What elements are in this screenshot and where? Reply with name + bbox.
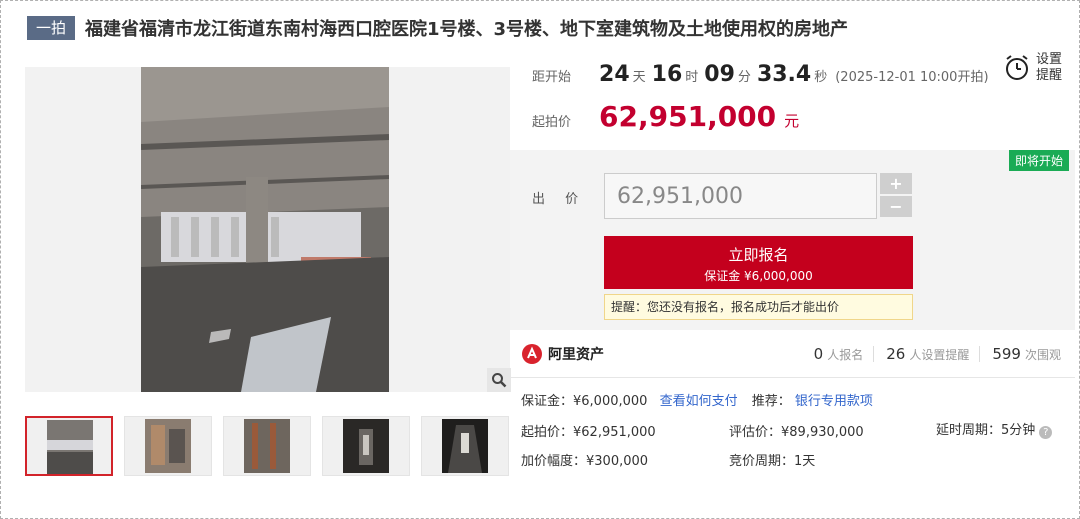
bid-panel: 即将开始 出 价 + − 立即报名 保证金 ¥6,000,000 提醒：您还没有… bbox=[510, 150, 1075, 330]
countdown-seconds: 33.4 bbox=[756, 62, 812, 87]
countdown-minutes: 09 bbox=[704, 62, 735, 87]
set-reminder-label: 设置提醒 bbox=[1036, 52, 1063, 83]
main-photo-image bbox=[141, 67, 389, 392]
thumbnail-5[interactable] bbox=[421, 416, 509, 476]
cycle-info: 竞价周期：1天 bbox=[729, 454, 816, 469]
countdown-seconds-unit: 秒 bbox=[814, 70, 828, 85]
start-price-row: 起拍价 62,951,000 元 bbox=[532, 100, 799, 133]
page-title: 福建省福清市龙江街道东南村海西口腔医院1号楼、3号楼、地下室建筑物及土地使用权的… bbox=[85, 19, 849, 40]
bid-label: 出 价 bbox=[532, 192, 587, 207]
reminder-count: 26 bbox=[886, 345, 906, 363]
appraisal-info: 评估价：¥89,930,000 bbox=[729, 425, 864, 440]
delay-info: 延时周期：5分钟 bbox=[936, 423, 1036, 438]
increment-info: 加价幅度：¥300,000 bbox=[521, 454, 649, 469]
countdown: 距开始 24 天 16 时 09 分 33.4 秒 (2025-12-01 10… bbox=[532, 62, 989, 87]
auction-round-tag: 一拍 bbox=[27, 16, 76, 40]
delay-info-row: 延时周期：5分钟? bbox=[936, 419, 1053, 439]
auction-start-time: (2025-12-01 10:00开拍) bbox=[835, 70, 989, 85]
zoom-icon[interactable] bbox=[487, 368, 511, 392]
start-price-label: 起拍价 bbox=[532, 115, 572, 130]
alarm-clock-icon bbox=[1006, 55, 1028, 80]
help-icon[interactable]: ? bbox=[1039, 426, 1053, 439]
start-price-value: 62,951,000 bbox=[599, 100, 777, 133]
signup-count-unit: 人报名 bbox=[827, 348, 864, 362]
how-to-pay-link[interactable]: 查看如何支付 bbox=[660, 394, 738, 409]
thumbnail-2[interactable] bbox=[124, 416, 212, 476]
countdown-days: 24 bbox=[599, 62, 630, 87]
ali-assets-icon bbox=[522, 344, 542, 364]
increase-bid-button[interactable]: + bbox=[880, 173, 912, 194]
status-badge: 即将开始 bbox=[1008, 150, 1069, 171]
signup-deposit-label: 保证金 ¥6,000,000 bbox=[704, 269, 813, 283]
auction-summary: 距开始 24 天 16 时 09 分 33.4 秒 (2025-12-01 10… bbox=[510, 48, 1075, 150]
signup-count: 0 bbox=[813, 345, 824, 363]
stat-divider bbox=[873, 346, 875, 362]
countdown-label: 距开始 bbox=[532, 70, 572, 85]
signup-button[interactable]: 立即报名 保证金 ¥6,000,000 bbox=[604, 236, 913, 289]
platform-name: 阿里资产 bbox=[548, 347, 604, 363]
decrease-bid-button[interactable]: − bbox=[880, 196, 912, 217]
signup-tip: 提醒：您还没有报名，报名成功后才能出价 bbox=[604, 294, 913, 320]
start-price-info: 起拍价：¥62,951,000 bbox=[521, 425, 656, 440]
reminder-count-unit: 人设置提醒 bbox=[909, 348, 970, 362]
thumbnail-1[interactable] bbox=[25, 416, 113, 476]
countdown-hours: 16 bbox=[651, 62, 683, 87]
thumbnail-4[interactable] bbox=[322, 416, 410, 476]
platform-logo[interactable]: 阿里资产 bbox=[522, 344, 604, 364]
main-photo[interactable] bbox=[25, 67, 510, 392]
bank-account-link[interactable]: 银行专用款项 bbox=[795, 394, 873, 409]
recommend-label: 推荐： bbox=[751, 394, 791, 409]
countdown-minutes-unit: 分 bbox=[737, 70, 751, 85]
title-row: 一拍 福建省福清市龙江街道东南村海西口腔医院1号楼、3号楼、地下室建筑物及土地使… bbox=[27, 15, 848, 41]
bid-amount-input[interactable] bbox=[604, 173, 877, 219]
set-reminder-button[interactable]: 设置提醒 bbox=[1004, 52, 1064, 84]
view-count: 599 bbox=[992, 345, 1021, 363]
start-price-unit: 元 bbox=[784, 112, 800, 130]
stats-row: 阿里资产 0 人报名 26 人设置提醒 599 次围观 bbox=[510, 332, 1075, 378]
stats: 0 人报名 26 人设置提醒 599 次围观 bbox=[802, 345, 1061, 363]
countdown-days-unit: 天 bbox=[632, 70, 646, 85]
signup-button-label: 立即报名 bbox=[728, 246, 789, 264]
deposit-info-row: 保证金：¥6,000,000 查看如何支付 推荐： 银行专用款项 bbox=[521, 390, 873, 409]
deposit-info: 保证金：¥6,000,000 bbox=[521, 394, 648, 409]
countdown-hours-unit: 时 bbox=[685, 70, 699, 85]
stat-divider bbox=[979, 346, 981, 362]
thumbnail-3[interactable] bbox=[223, 416, 311, 476]
view-count-unit: 次围观 bbox=[1024, 348, 1061, 362]
thumbnail-strip bbox=[25, 416, 520, 476]
